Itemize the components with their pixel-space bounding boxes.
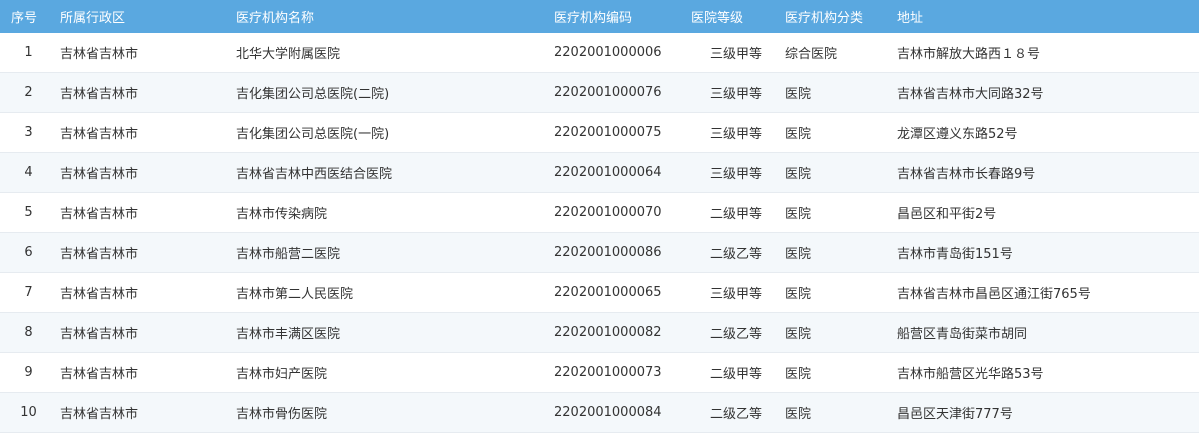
cell-level: 三级甲等 <box>709 47 762 62</box>
cell-region: 吉林省吉林市 <box>60 127 139 142</box>
cell-region: 吉林省吉林市 <box>60 167 139 182</box>
cell-code: 2202001000075 <box>554 125 662 140</box>
header-code[interactable]: 医疗机构编码 <box>554 7 691 26</box>
cell-address: 吉林省吉林市长春路9号 <box>897 167 1036 182</box>
cell-category: 医院 <box>785 287 812 302</box>
cell-level: 三级甲等 <box>709 287 762 302</box>
cell-category: 医院 <box>785 167 812 182</box>
cell-region: 吉林省吉林市 <box>60 327 139 342</box>
cell-category: 医院 <box>785 407 812 422</box>
cell-name: 吉林市骨伤医院 <box>236 407 328 422</box>
cell-category: 医院 <box>785 127 812 142</box>
cell-index: 1 <box>24 45 33 60</box>
cell-level: 二级甲等 <box>709 207 762 222</box>
cell-address: 龙潭区遵义东路52号 <box>897 127 1018 142</box>
cell-region: 吉林省吉林市 <box>60 407 139 422</box>
cell-code: 2202001000070 <box>554 205 662 220</box>
cell-address: 昌邑区天津街777号 <box>897 407 1013 422</box>
header-level[interactable]: 医院等级 <box>691 7 781 26</box>
cell-index: 9 <box>24 365 33 380</box>
table-row[interactable]: 10 吉林省吉林市 吉林市骨伤医院 2202001000084 二级乙等 医院 昌邑区天津街… <box>0 393 1199 433</box>
cell-region: 吉林省吉林市 <box>60 87 139 102</box>
cell-code: 2202001000064 <box>554 165 662 180</box>
table-row[interactable]: 6 吉林省吉林市 吉林市船营二医院 2202001000086 二级乙等 医院 吉林市青岛街… <box>0 233 1199 273</box>
cell-index: 7 <box>24 285 33 300</box>
cell-region: 吉林省吉林市 <box>60 287 139 302</box>
cell-name: 吉林市船营二医院 <box>236 247 341 262</box>
header-address[interactable]: 地址 <box>897 7 1199 26</box>
cell-category: 医院 <box>785 247 812 262</box>
cell-address: 吉林省吉林市大同路32号 <box>897 87 1044 102</box>
cell-code: 2202001000082 <box>554 325 662 340</box>
cell-category: 医院 <box>785 327 812 342</box>
header-index[interactable]: 序号 <box>0 7 57 26</box>
cell-name: 吉化集团公司总医院(二院) <box>236 87 390 102</box>
cell-level: 二级甲等 <box>709 367 762 382</box>
table-row[interactable]: 4 吉林省吉林市 吉林省吉林中西医结合医院 2202001000064 三级甲等 医院 吉林… <box>0 153 1199 193</box>
cell-index: 6 <box>24 245 33 260</box>
cell-name: 吉林省吉林中西医结合医院 <box>236 167 393 182</box>
cell-address: 船营区青岛街菜市胡同 <box>897 327 1028 342</box>
cell-name: 吉林市传染病院 <box>236 207 328 222</box>
cell-name: 吉林市丰满区医院 <box>236 327 341 342</box>
table-row[interactable]: 3 吉林省吉林市 吉化集团公司总医院(一院) 2202001000075 三级甲等 医院 龙… <box>0 113 1199 153</box>
cell-name: 吉化集团公司总医院(一院) <box>236 127 390 142</box>
cell-level: 二级乙等 <box>709 327 762 342</box>
cell-level: 三级甲等 <box>709 167 762 182</box>
cell-name: 吉林市第二人民医院 <box>236 287 354 302</box>
cell-code: 2202001000073 <box>554 365 662 380</box>
cell-region: 吉林省吉林市 <box>60 367 139 382</box>
table-row[interactable]: 7 吉林省吉林市 吉林市第二人民医院 2202001000065 三级甲等 医院 吉林省吉林… <box>0 273 1199 313</box>
cell-code: 2202001000076 <box>554 85 662 100</box>
cell-index: 2 <box>24 85 33 100</box>
cell-address: 吉林省吉林市昌邑区通江街765号 <box>897 287 1091 302</box>
table-row[interactable]: 8 吉林省吉林市 吉林市丰满区医院 2202001000082 二级乙等 医院 船营区青岛街… <box>0 313 1199 353</box>
cell-name: 北华大学附属医院 <box>236 47 341 62</box>
cell-category: 综合医院 <box>785 47 838 62</box>
cell-code: 2202001000084 <box>554 405 662 420</box>
cell-index: 10 <box>20 405 37 420</box>
cell-index: 4 <box>24 165 33 180</box>
cell-index: 3 <box>24 125 33 140</box>
cell-region: 吉林省吉林市 <box>60 47 139 62</box>
cell-address: 吉林市船营区光华路53号 <box>897 367 1044 382</box>
cell-category: 医院 <box>785 367 812 382</box>
cell-region: 吉林省吉林市 <box>60 247 139 262</box>
table-row[interactable]: 2 吉林省吉林市 吉化集团公司总医院(二院) 2202001000076 三级甲等 医院 吉… <box>0 73 1199 113</box>
header-category[interactable]: 医疗机构分类 <box>781 7 897 26</box>
cell-level: 二级乙等 <box>709 247 762 262</box>
cell-address: 吉林市青岛街151号 <box>897 247 1013 262</box>
header-region[interactable]: 所属行政区 <box>57 7 236 26</box>
cell-category: 医院 <box>785 87 812 102</box>
cell-index: 5 <box>24 205 33 220</box>
table-header: 序号 所属行政区 医疗机构名称 医疗机构编码 医院等级 医疗机构分类 地址 <box>0 0 1199 33</box>
cell-code: 2202001000065 <box>554 285 662 300</box>
table-row[interactable]: 5 吉林省吉林市 吉林市传染病院 2202001000070 二级甲等 医院 昌邑区和平街2… <box>0 193 1199 233</box>
table-row[interactable]: 9 吉林省吉林市 吉林市妇产医院 2202001000073 二级甲等 医院 吉林市船营区光… <box>0 353 1199 393</box>
cell-region: 吉林省吉林市 <box>60 207 139 222</box>
table-body: 1 吉林省吉林市 北华大学附属医院 2202001000006 三级甲等 综合医院 吉林市解… <box>0 33 1199 433</box>
cell-level: 二级乙等 <box>709 407 762 422</box>
hospital-table: 序号 所属行政区 医疗机构名称 医疗机构编码 医院等级 医疗机构分类 地址 1 吉… <box>0 0 1199 433</box>
header-name[interactable]: 医疗机构名称 <box>236 7 554 26</box>
cell-level: 三级甲等 <box>709 87 762 102</box>
cell-index: 8 <box>24 325 33 340</box>
cell-code: 2202001000006 <box>554 45 662 60</box>
cell-address: 吉林市解放大路西１８号 <box>897 47 1041 62</box>
cell-address: 昌邑区和平街2号 <box>897 207 997 222</box>
cell-level: 三级甲等 <box>709 127 762 142</box>
cell-code: 2202001000086 <box>554 245 662 260</box>
cell-name: 吉林市妇产医院 <box>236 367 328 382</box>
cell-category: 医院 <box>785 207 812 222</box>
table-row[interactable]: 1 吉林省吉林市 北华大学附属医院 2202001000006 三级甲等 综合医院 吉林市解… <box>0 33 1199 73</box>
